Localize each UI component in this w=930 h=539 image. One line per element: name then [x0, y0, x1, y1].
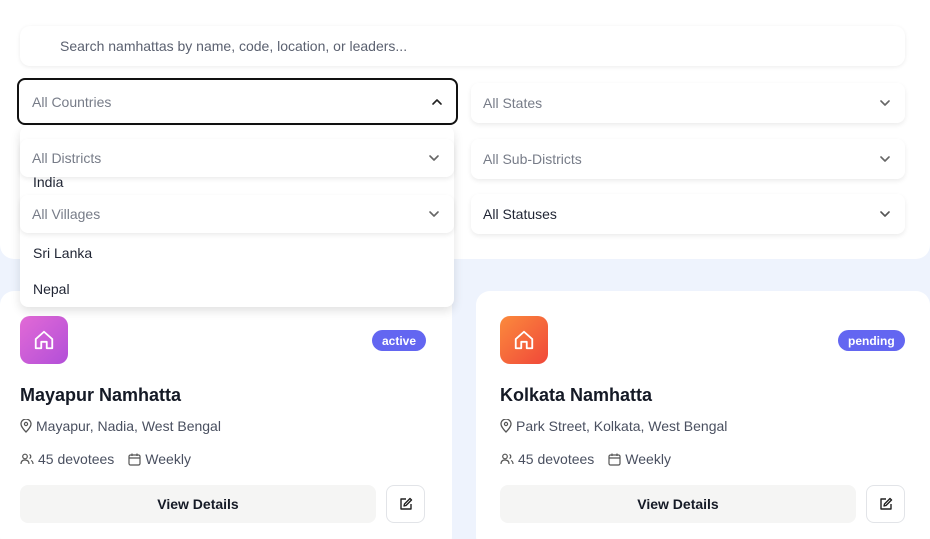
- map-pin-icon: [500, 419, 512, 433]
- calendar-icon: [608, 453, 621, 466]
- village-select-value: All Villages: [32, 206, 101, 222]
- status-badge-label: pending: [848, 333, 895, 348]
- calendar-icon: [128, 453, 141, 466]
- search-input[interactable]: Search namhattas by name, code, location…: [20, 26, 905, 66]
- edit-icon: [399, 497, 412, 510]
- chevron-down-icon: [429, 211, 439, 217]
- chevron-up-icon: [432, 98, 442, 105]
- namhatta-card: pending Kolkata Namhatta Park Street, Ko…: [476, 291, 930, 539]
- view-details-label: View Details: [637, 496, 719, 512]
- schedule-text: Weekly: [625, 451, 671, 467]
- devotees-text: 45 devotees: [38, 451, 115, 467]
- card-location-text: Mayapur, Nadia, West Bengal: [36, 418, 221, 434]
- view-details-button[interactable]: View Details: [500, 485, 856, 523]
- status-badge: active: [372, 330, 427, 351]
- country-option-nepal[interactable]: Nepal: [33, 281, 70, 297]
- card-title: Mayapur Namhatta: [20, 385, 182, 405]
- subdistrict-select-value: All Sub-Districts: [483, 151, 582, 167]
- view-details-label: View Details: [157, 496, 239, 512]
- devotees-count: 45 devotees: [500, 451, 594, 467]
- namhatta-icon-box: [20, 316, 68, 364]
- card-location: Mayapur, Nadia, West Bengal: [20, 418, 221, 434]
- status-select-value: All Statuses: [483, 206, 557, 222]
- namhatta-card: active Mayapur Namhatta Mayapur, Nadia, …: [0, 291, 452, 539]
- schedule: Weekly: [608, 451, 671, 467]
- users-icon: [500, 453, 514, 465]
- country-select-value: All Countries: [32, 93, 112, 110]
- map-pin-icon: [20, 419, 32, 433]
- schedule: Weekly: [128, 451, 191, 467]
- village-select[interactable]: All Villages: [20, 195, 454, 233]
- state-select[interactable]: All States: [471, 83, 905, 123]
- card-title: Kolkata Namhatta: [500, 385, 653, 405]
- chevron-down-icon: [880, 211, 890, 217]
- card-location-text: Park Street, Kolkata, West Bengal: [516, 418, 728, 434]
- chevron-down-icon: [880, 156, 890, 162]
- status-badge-label: active: [382, 333, 417, 348]
- namhatta-icon-box: [500, 316, 548, 364]
- district-select-value: All Districts: [32, 150, 102, 166]
- status-badge: pending: [838, 330, 905, 351]
- subdistrict-select[interactable]: All Sub-Districts: [471, 139, 905, 179]
- edit-icon: [879, 497, 892, 510]
- card-meta: 45 devotees Weekly: [500, 451, 671, 467]
- district-select[interactable]: All Districts: [20, 139, 454, 177]
- schedule-text: Weekly: [145, 451, 191, 467]
- view-details-button[interactable]: View Details: [20, 485, 376, 523]
- chevron-down-icon: [429, 155, 439, 161]
- home-icon: [34, 330, 54, 350]
- state-select-value: All States: [483, 95, 543, 111]
- edit-button[interactable]: [386, 485, 425, 523]
- search-placeholder: Search namhattas by name, code, location…: [60, 38, 408, 54]
- country-select[interactable]: All Countries: [17, 78, 458, 125]
- home-icon: [514, 330, 534, 350]
- edit-button[interactable]: [866, 485, 905, 523]
- devotees-count: 45 devotees: [20, 451, 114, 467]
- country-option-sri-lanka[interactable]: Sri Lanka: [33, 245, 92, 261]
- chevron-down-icon: [880, 100, 890, 106]
- card-location: Park Street, Kolkata, West Bengal: [500, 418, 727, 434]
- card-meta: 45 devotees Weekly: [20, 451, 191, 467]
- users-icon: [20, 453, 34, 465]
- devotees-text: 45 devotees: [518, 451, 595, 467]
- status-select[interactable]: All Statuses: [471, 194, 905, 234]
